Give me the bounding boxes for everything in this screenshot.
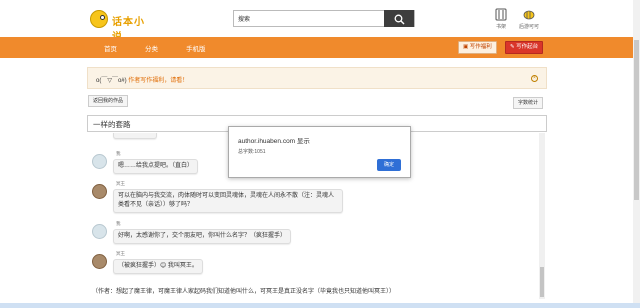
bookshelf-label: 书架 bbox=[495, 24, 506, 30]
story-title: 一样的套路 bbox=[93, 120, 131, 129]
narration-text: （作者：想起了魔王律，可魔王律人家起码我们知道他叫什么，可冥王是真正没名字（毕竟… bbox=[92, 289, 396, 295]
chat-bubble: 嗯……给我点提吧。（直白） bbox=[113, 159, 199, 174]
nav-mobile[interactable]: 手机版 bbox=[186, 43, 206, 53]
follow-label: 后游可可 bbox=[518, 24, 539, 30]
notice-banner: o(￣▽￣o#) 作者写作福利，请看！ × bbox=[87, 67, 547, 89]
page-scrollbar-thumb[interactable] bbox=[634, 40, 639, 200]
write-start-button[interactable]: ✎ 写作起台 bbox=[505, 41, 544, 54]
chat-bubble: （被疯狂握手）😊 我叫冥王。 bbox=[113, 259, 203, 274]
chat-bubble bbox=[113, 133, 157, 139]
speaker-name: 冥王 bbox=[116, 251, 125, 256]
write-welfare-button[interactable]: ▣ 写作福利 bbox=[458, 41, 497, 54]
site-logo[interactable]: 话本小说 bbox=[90, 10, 154, 43]
bee-icon bbox=[523, 10, 535, 20]
write-start-label: 写作起台 bbox=[516, 44, 539, 50]
bookshelf-link[interactable]: 书架 bbox=[491, 8, 511, 30]
search-input[interactable] bbox=[234, 11, 384, 26]
main-nav: 首页 分类 手机版 ▣ 写作福利 ✎ 写作起台 bbox=[0, 37, 640, 58]
avatar bbox=[92, 184, 107, 199]
nav-home[interactable]: 首页 bbox=[104, 43, 117, 53]
speaker-name: 冥王 bbox=[116, 181, 125, 186]
chat-bubble: 好啊，太感谢你了，交个朋友吧，你叫什么名字？（疯狂握手） bbox=[113, 229, 292, 244]
dialog-ok-button[interactable]: 确定 bbox=[377, 159, 401, 171]
speaker-name: 我 bbox=[116, 221, 121, 226]
close-icon[interactable]: × bbox=[531, 75, 538, 82]
top-header: 话本小说 书架 后游可可 bbox=[0, 0, 640, 43]
notice-link[interactable]: 作者写作福利，请看！ bbox=[128, 78, 188, 84]
search-icon bbox=[394, 14, 405, 25]
search-bar bbox=[233, 10, 415, 27]
notice-face: o(￣▽￣o#) bbox=[96, 78, 127, 84]
back-to-works-button[interactable]: 返回我的作品 bbox=[88, 95, 129, 107]
notice-text: o(￣▽￣o#) 作者写作福利，请看！ bbox=[96, 75, 188, 84]
dialog-title: author.ihuaben.com 显示 bbox=[238, 138, 310, 145]
follow-link[interactable]: 后游可可 bbox=[514, 8, 544, 30]
bird-logo-icon bbox=[90, 10, 108, 28]
bottom-bar bbox=[0, 303, 640, 308]
dialog-message: 总字数:1051 bbox=[238, 149, 266, 155]
avatar bbox=[92, 154, 107, 169]
page-scrollbar[interactable] bbox=[633, 0, 640, 308]
search-button[interactable] bbox=[384, 10, 414, 27]
avatar bbox=[92, 254, 107, 269]
word-stats-button[interactable]: 字数统计 bbox=[513, 97, 544, 109]
write-welfare-label: 写作福利 bbox=[469, 44, 492, 50]
nav-category[interactable]: 分类 bbox=[145, 43, 158, 53]
chat-scrollbar[interactable] bbox=[539, 133, 545, 299]
alert-dialog: author.ihuaben.com 显示 总字数:1051 确定 bbox=[228, 126, 411, 178]
speaker-name: 我 bbox=[116, 151, 121, 156]
chat-bubble: 可以在脑内与我交流，肉体随时可以变回灵魂体，灵魂在人间永不散（注：灵魂人类看不见… bbox=[113, 189, 343, 213]
chat-scrollbar-thumb[interactable] bbox=[540, 267, 544, 297]
bookshelf-icon bbox=[495, 8, 507, 21]
avatar bbox=[92, 224, 107, 239]
